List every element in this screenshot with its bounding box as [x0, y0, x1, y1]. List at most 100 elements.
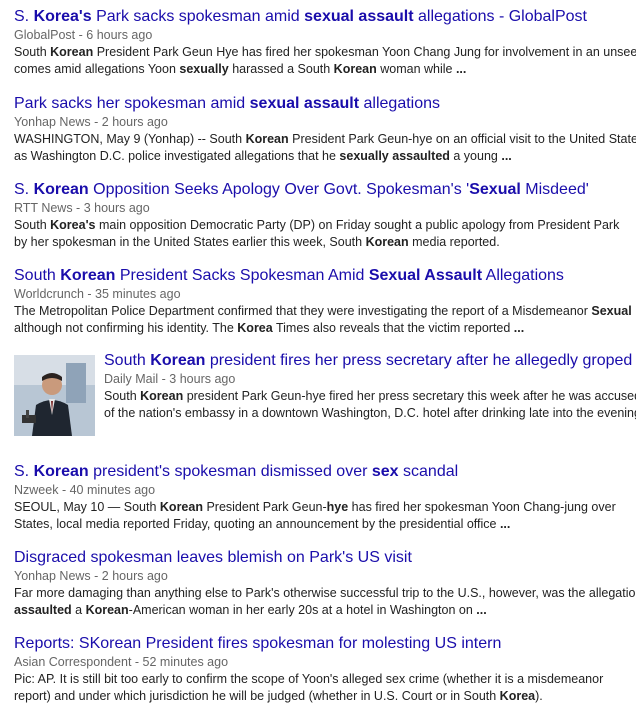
- result-source: Yonhap News: [14, 569, 91, 583]
- result-source: Daily Mail: [104, 372, 159, 386]
- result-snippet: The Metropolitan Police Department confi…: [14, 303, 636, 337]
- result-meta: Yonhap News - 2 hours ago: [14, 115, 168, 129]
- result-time: 35 minutes ago: [95, 287, 181, 301]
- text-segment: S.: [14, 8, 34, 25]
- snippet-line: by her spokesman in the United States ea…: [14, 234, 636, 251]
- snippet-line: as Washington D.C. police investigated a…: [14, 148, 636, 165]
- result-time: 52 minutes ago: [142, 655, 229, 669]
- highlight-text: ...: [476, 603, 487, 617]
- news-result: South Korean President Sacks Spokesman A…: [14, 266, 636, 337]
- news-result: Reports: SKorean President fires spokesm…: [14, 634, 636, 705]
- result-title-link[interactable]: Disgraced spokesman leaves blemish on Pa…: [14, 548, 636, 568]
- result-time: 2 hours ago: [101, 115, 168, 129]
- highlight-text: Korean: [50, 45, 94, 59]
- highlight-text: Sexual: [469, 181, 521, 198]
- result-snippet: Pic: AP. It is still bit too early to co…: [14, 671, 636, 705]
- text-segment: scandal: [398, 463, 459, 480]
- result-title-link[interactable]: South Korean President Sacks Spokesman A…: [14, 266, 636, 286]
- snippet-line: comes amid allegations Yoon sexually har…: [14, 61, 636, 78]
- snippet-line: of the nation's embassy in a downtown Wa…: [104, 405, 636, 422]
- text-segment: South: [14, 45, 51, 59]
- highlight-text: Korea's: [33, 8, 92, 25]
- text-segment: -American woman in her early 20s at a ho…: [128, 603, 477, 617]
- result-title-link[interactable]: S. Korea's Park sacks spokesman amid sex…: [14, 7, 636, 27]
- news-result: S. Korean Opposition Seeks Apology Over …: [14, 180, 636, 251]
- result-snippet: South Korean president Park Geun-hye fir…: [104, 388, 636, 422]
- press-photo-image: [14, 355, 95, 436]
- text-segment: Park sacks her spokesman amid: [14, 95, 250, 112]
- text-segment: S.: [14, 463, 34, 480]
- result-title-link[interactable]: South Korean president fires her press s…: [104, 351, 636, 371]
- text-segment: woman while: [376, 62, 456, 76]
- text-segment: SEOUL, May 10 — South: [14, 500, 160, 514]
- text-segment: WASHINGTON, May 9 (Yonhap) -- South: [14, 132, 246, 146]
- text-segment: The Metropolitan Police Department confi…: [14, 304, 592, 318]
- text-segment: by her spokesman in the United States ea…: [14, 235, 366, 249]
- result-source: Asian Correspondent: [14, 655, 132, 669]
- highlight-text: sexually assaulted: [339, 149, 450, 163]
- news-result: Disgraced spokesman leaves blemish on Pa…: [14, 548, 636, 619]
- text-segment: harassed a South: [228, 62, 334, 76]
- result-snippet: Far more damaging than anything else to …: [14, 585, 636, 619]
- highlight-text: sex: [371, 463, 399, 480]
- text-segment: President Park Geun-: [202, 500, 327, 514]
- result-title-link[interactable]: Reports: SKorean President fires spokesm…: [14, 634, 636, 654]
- result-time: 40 minutes ago: [69, 483, 156, 497]
- highlight-text: ...: [513, 321, 525, 335]
- highlight-text: Korean: [333, 62, 377, 76]
- text-segment: President Park Geun Hye has fired her sp…: [93, 45, 636, 59]
- snippet-line: The Metropolitan Police Department confi…: [14, 303, 636, 320]
- highlight-text: ...: [455, 62, 467, 76]
- text-segment: Disgraced spokesman leaves blemish on Pa…: [14, 549, 412, 566]
- result-title-link[interactable]: Park sacks her spokesman amid sexual ass…: [14, 94, 636, 114]
- highlight-text: Korean: [159, 500, 203, 514]
- result-source: GlobalPost: [14, 28, 76, 42]
- text-segment: Park sacks spokesman amid: [91, 8, 305, 25]
- highlight-text: Korea's: [50, 218, 96, 232]
- result-meta: RTT News - 3 hours ago: [14, 201, 150, 215]
- highlight-text: hye: [326, 500, 349, 514]
- text-segment: Misdeed': [520, 181, 589, 198]
- result-meta: Yonhap News - 2 hours ago: [14, 569, 168, 583]
- highlight-text: ...: [501, 149, 512, 163]
- highlight-text: Korean: [150, 352, 206, 369]
- snippet-line: report) and under which jurisdiction he …: [14, 688, 636, 705]
- text-segment: S.: [14, 181, 34, 198]
- highlight-text: Korean: [245, 132, 289, 146]
- text-segment: president's spokesman dismissed over: [88, 463, 372, 480]
- highlight-text: assaulted: [14, 603, 72, 617]
- result-meta: Worldcrunch - 35 minutes ago: [14, 287, 181, 301]
- highlight-text: Korean: [85, 603, 129, 617]
- result-title-link[interactable]: S. Korean Opposition Seeks Apology Over …: [14, 180, 636, 200]
- result-title-link[interactable]: S. Korean president's spokesman dismisse…: [14, 462, 636, 482]
- result-meta: Asian Correspondent - 52 minutes ago: [14, 655, 229, 669]
- result-time: 2 hours ago: [101, 569, 168, 583]
- snippet-line: assaulted a Korean-American woman in her…: [14, 602, 636, 619]
- result-time: 6 hours ago: [86, 28, 153, 42]
- news-result: S. Korea's Park sacks spokesman amid sex…: [14, 7, 636, 78]
- result-meta: Daily Mail - 3 hours ago: [104, 372, 236, 386]
- text-segment: media reported.: [408, 235, 500, 249]
- highlight-text: sexual assault: [304, 8, 414, 25]
- text-segment: allegations - GlobalPost: [413, 8, 587, 25]
- result-meta: GlobalPost - 6 hours ago: [14, 28, 153, 42]
- text-segment: Reports: SKorean President fires spokesm…: [14, 635, 502, 652]
- highlight-text: Korea: [237, 321, 273, 335]
- text-segment: of the nation's embassy in a downtown Wa…: [104, 406, 636, 420]
- text-segment: South: [14, 218, 51, 232]
- news-result: S. Korean president's spokesman dismisse…: [14, 462, 636, 533]
- text-segment: comes amid allegations Yoon: [14, 62, 180, 76]
- text-segment: although not confirming his identity. Th…: [14, 321, 238, 335]
- text-segment: States, local media reported Friday, quo…: [14, 517, 500, 531]
- highlight-text: Korean: [365, 235, 409, 249]
- highlight-text: sexual assault: [249, 95, 360, 112]
- result-time: 3 hours ago: [83, 201, 150, 215]
- text-segment: president Park Geun-hye fired her press …: [183, 389, 636, 403]
- news-thumbnail[interactable]: [14, 355, 95, 436]
- text-segment: has fired her spokesman Yoon Chang-jung …: [348, 500, 616, 514]
- snippet-line: South Korean President Park Geun Hye has…: [14, 44, 636, 61]
- result-snippet: WASHINGTON, May 9 (Yonhap) -- South Kore…: [14, 131, 636, 165]
- highlight-text: Korean: [33, 463, 89, 480]
- result-snippet: SEOUL, May 10 — South Korean President P…: [14, 499, 636, 533]
- text-segment: South: [104, 389, 141, 403]
